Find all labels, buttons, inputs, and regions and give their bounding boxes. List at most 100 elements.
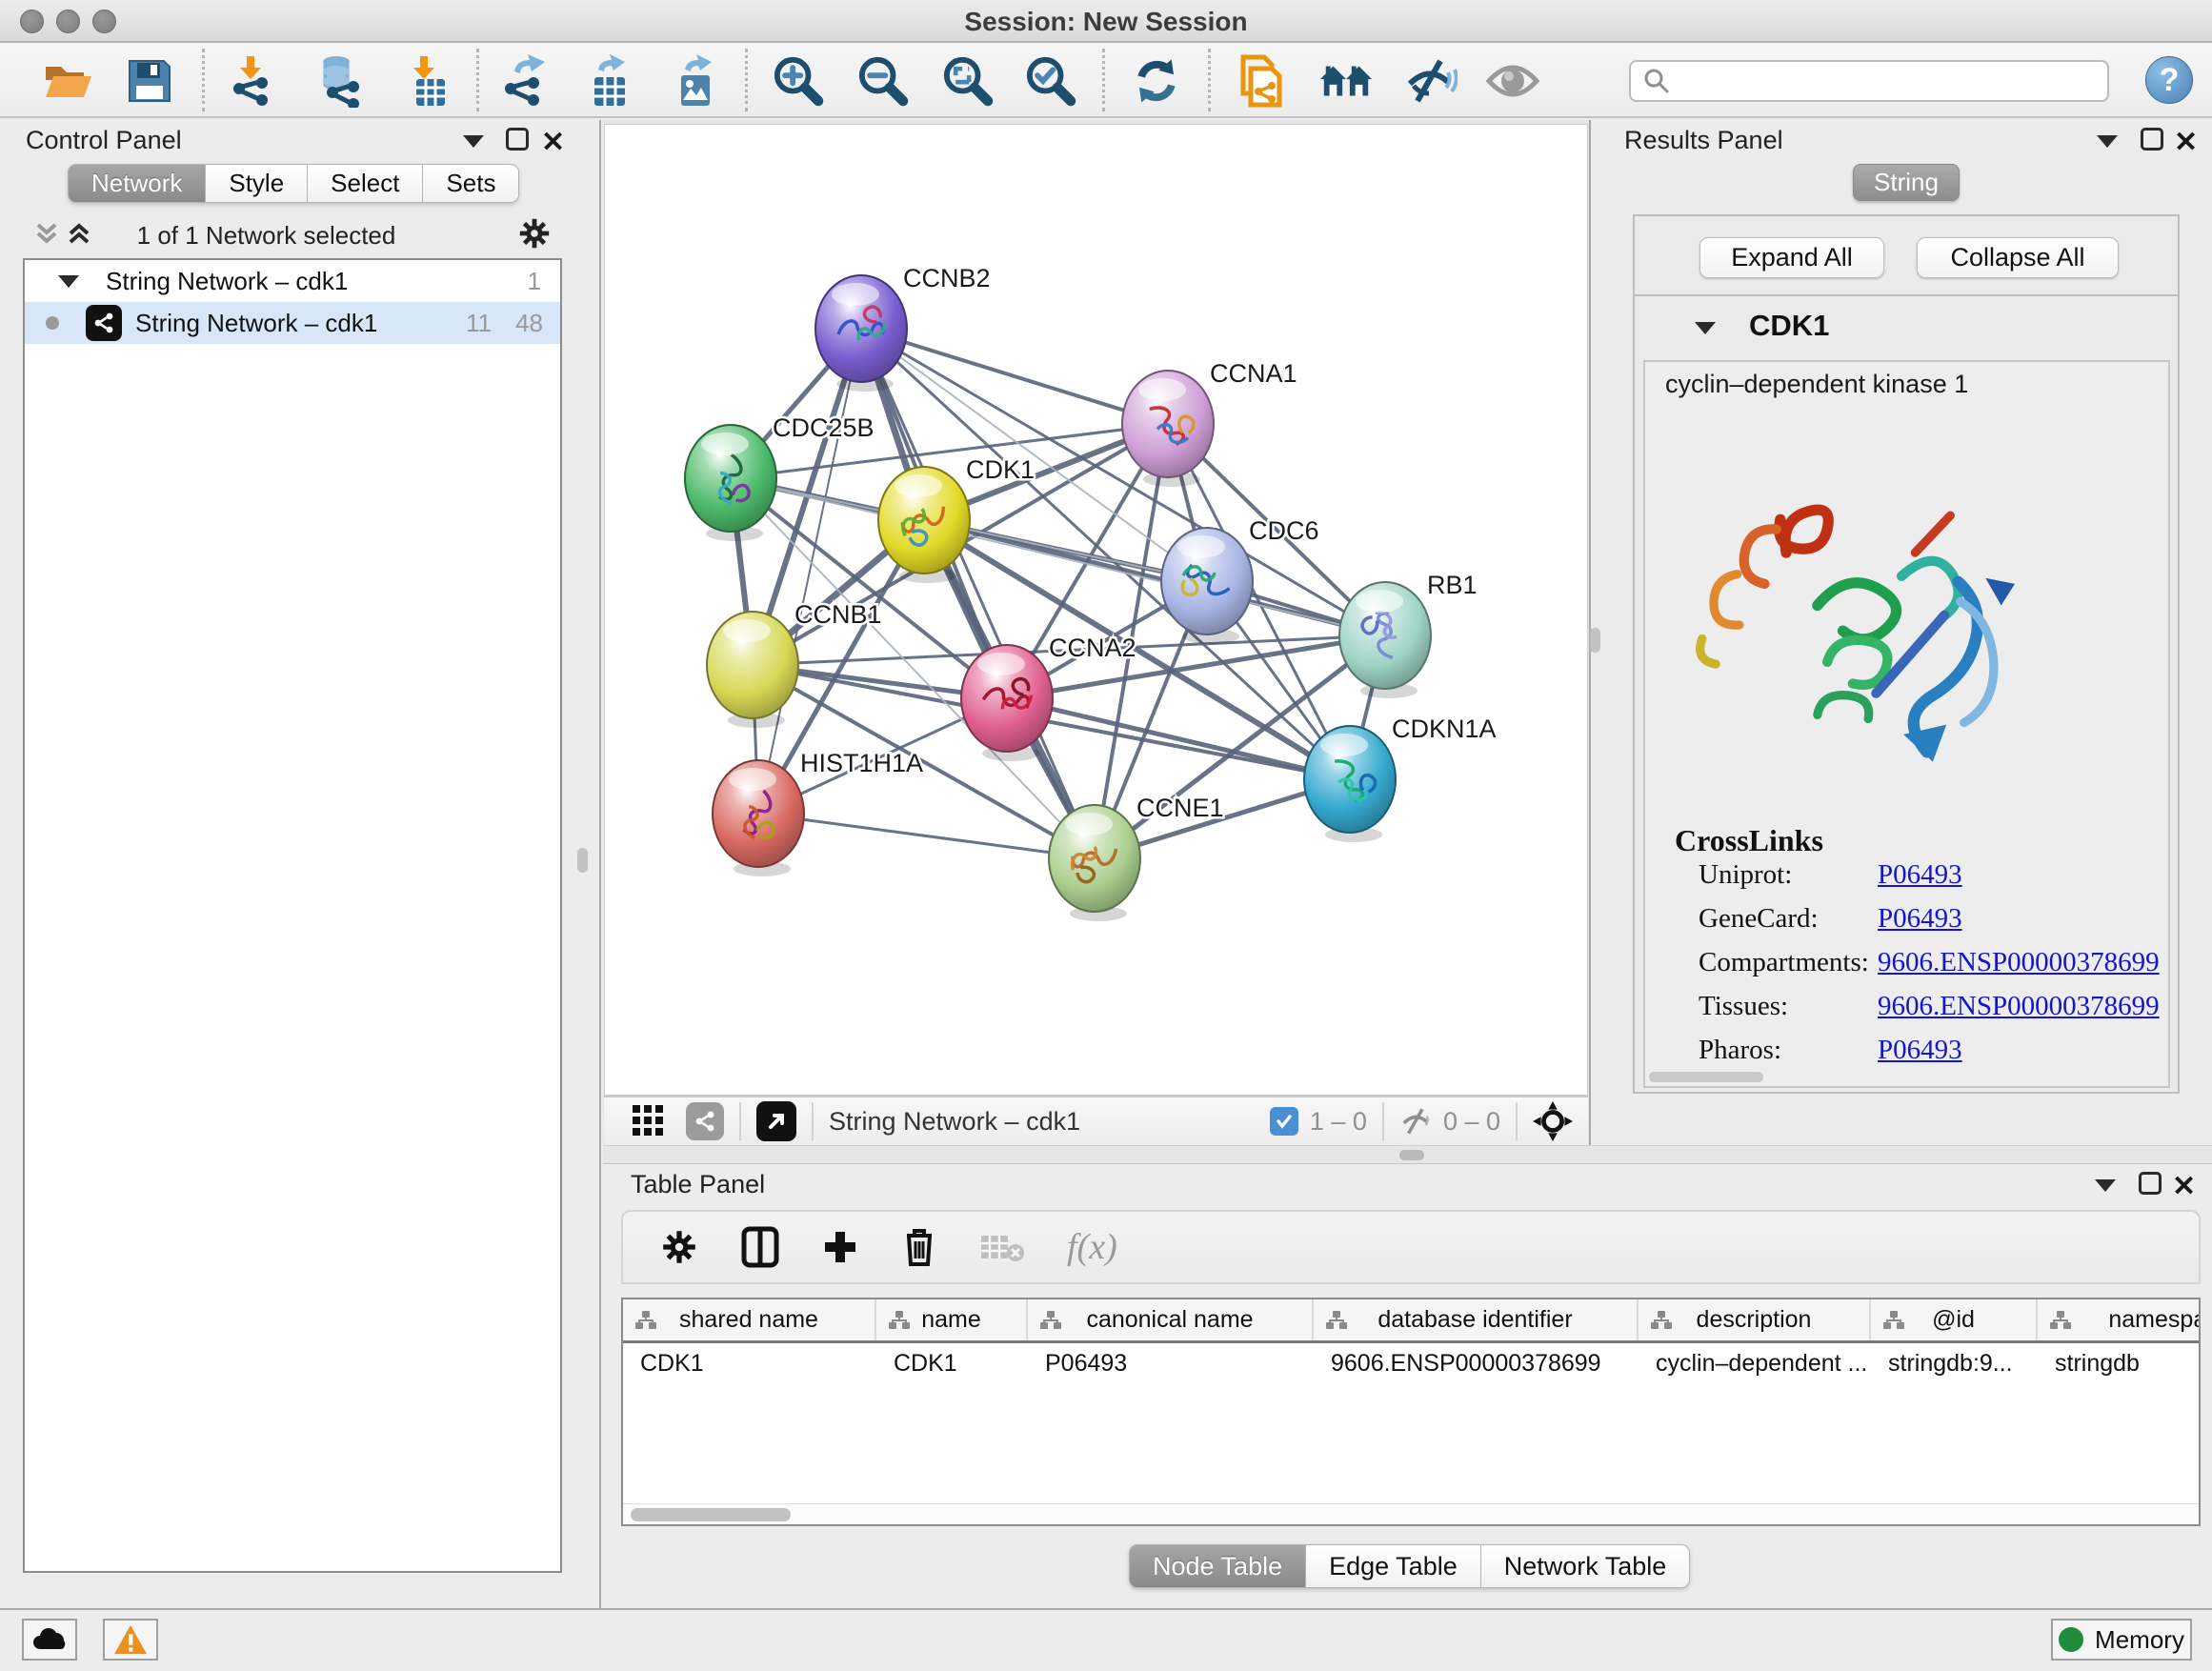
network-edge[interactable] <box>758 814 1095 858</box>
collapse-panel-icon[interactable] <box>2097 135 2118 148</box>
memory-button[interactable]: Memory <box>2051 1619 2192 1661</box>
import-table-button[interactable] <box>398 53 453 109</box>
table-hscrollbar-thumb[interactable] <box>631 1508 791 1521</box>
column-header-shared-name[interactable]: shared name <box>623 1299 876 1340</box>
collapse-all-button[interactable]: Collapse All <box>1917 237 2119 278</box>
network-collection-row[interactable]: String Network – cdk1 1 <box>25 260 560 302</box>
crosslink-link[interactable]: 9606.ENSP00000378699 <box>1878 947 2160 978</box>
tab-network-table[interactable]: Network Table <box>1481 1544 1691 1588</box>
search-input[interactable] <box>1679 64 2107 98</box>
delete-column-trash-icon[interactable] <box>901 1226 937 1268</box>
birds-eye-grid-icon[interactable] <box>631 1103 667 1139</box>
column-header-database-identifier[interactable]: database identifier <box>1314 1299 1639 1340</box>
network-row-selected[interactable]: String Network – cdk1 11 48 <box>25 302 560 344</box>
show-panel-button[interactable] <box>1485 53 1540 109</box>
table-options-gear-icon[interactable] <box>659 1227 699 1267</box>
network-node-ccnb1[interactable]: CCNB1 <box>707 600 882 728</box>
column-header-namespace[interactable]: namespace <box>2038 1299 2201 1340</box>
fit-content-target-icon[interactable] <box>1533 1101 1573 1141</box>
import-network-file-button[interactable] <box>224 53 279 109</box>
export-table-button[interactable] <box>582 53 637 109</box>
vertical-splitter-handle[interactable] <box>577 848 588 873</box>
network-graph[interactable]: CCNB2CCNA1CDC25BCDK1CDC6RB1CCNB1CCNA2CDK… <box>605 125 1587 1093</box>
save-session-button[interactable] <box>122 53 177 109</box>
results-scrollbar[interactable] <box>1649 1072 1763 1082</box>
network-node-rb1[interactable]: RB1 <box>1339 571 1478 698</box>
zoom-selected-button[interactable] <box>1023 53 1078 109</box>
crosslink-link[interactable]: P06493 <box>1878 903 1962 935</box>
zoom-in-button[interactable] <box>771 53 826 109</box>
network-node-cdkn1a[interactable]: CDKN1A <box>1304 715 1497 842</box>
splitter-handle[interactable] <box>1399 1150 1424 1160</box>
zoom-fit-button[interactable] <box>940 53 995 109</box>
network-edge[interactable] <box>1007 698 1350 779</box>
tab-edge-table[interactable]: Edge Table <box>1306 1544 1481 1588</box>
help-button[interactable]: ? <box>2145 56 2193 104</box>
tab-sets[interactable]: Sets <box>423 164 519 203</box>
collapse-panel-icon[interactable] <box>463 135 484 148</box>
network-edge[interactable] <box>861 329 1095 858</box>
import-network-database-button[interactable] <box>311 53 366 109</box>
column-header-canonical-name[interactable]: canonical name <box>1028 1299 1314 1340</box>
hide-panels-button[interactable] <box>1403 53 1458 109</box>
tree-expanded-icon[interactable] <box>58 275 79 288</box>
network-node-ccna2[interactable]: CCNA2 <box>961 634 1136 761</box>
network-node-cdc25b[interactable]: CDC25B <box>685 413 875 541</box>
crosslink-link[interactable]: P06493 <box>1878 1035 1962 1066</box>
protein-details: cyclin–dependent kinase 1 <box>1643 360 2170 1088</box>
table-cell[interactable]: stringdb:9... <box>1871 1343 2038 1385</box>
horizontal-splitter[interactable] <box>603 1145 2212 1164</box>
network-node-ccnb2[interactable]: CCNB2 <box>815 264 991 392</box>
create-column-plus-icon[interactable] <box>821 1228 859 1266</box>
warnings-button[interactable] <box>103 1619 158 1661</box>
tab-style[interactable]: Style <box>206 164 308 203</box>
refresh-button[interactable] <box>1129 53 1184 109</box>
float-panel-icon[interactable] <box>506 128 529 151</box>
network-node-cdk1[interactable]: CDK1 <box>878 455 1035 583</box>
network-canvas[interactable]: CCNB2CCNA1CDC25BCDK1CDC6RB1CCNB1CCNA2CDK… <box>604 124 1588 1096</box>
network-node-ccne1[interactable]: CCNE1 <box>1049 794 1224 921</box>
tab-select[interactable]: Select <box>308 164 423 203</box>
node-table[interactable]: shared namenamecanonical namedatabase id… <box>621 1298 2201 1526</box>
home-button[interactable] <box>1318 53 1374 109</box>
network-node-ccna1[interactable]: CCNA1 <box>1122 359 1297 487</box>
node-label: CCNA2 <box>1049 634 1136 662</box>
collapse-section-icon[interactable] <box>1695 322 1716 334</box>
open-in-string-button[interactable] <box>756 1101 796 1141</box>
close-panel-icon[interactable]: ✕ <box>2174 126 2198 159</box>
crosslink-link[interactable]: P06493 <box>1878 859 1962 891</box>
table-cell[interactable]: P06493 <box>1028 1343 1314 1385</box>
column-header-name[interactable]: name <box>876 1299 1028 1340</box>
network-node-hist1h1a[interactable]: HIST1H1A <box>713 749 923 876</box>
column-header--id[interactable]: @id <box>1871 1299 2038 1340</box>
collapse-panel-icon[interactable] <box>2095 1179 2116 1192</box>
table-cell[interactable]: cyclin–dependent ... <box>1639 1343 1871 1385</box>
export-network-button[interactable] <box>495 53 551 109</box>
table-cell[interactable]: CDK1 <box>623 1343 876 1385</box>
network-snapshot-button[interactable] <box>1234 53 1289 109</box>
table-cell[interactable]: 9606.ENSP00000378699 <box>1314 1343 1639 1385</box>
close-panel-icon[interactable]: ✕ <box>2172 1170 2196 1203</box>
cloud-status-button[interactable] <box>22 1619 77 1661</box>
crosslink-link[interactable]: 9606.ENSP00000378699 <box>1878 991 2160 1022</box>
float-panel-icon[interactable] <box>2141 128 2163 151</box>
network-options-gear-icon[interactable] <box>516 215 553 252</box>
open-session-button[interactable] <box>41 53 96 109</box>
table-row[interactable]: CDK1CDK1P064939606.ENSP00000378699cyclin… <box>623 1343 2199 1385</box>
export-image-button[interactable] <box>667 53 722 109</box>
vertical-splitter-handle[interactable] <box>1590 628 1600 653</box>
show-columns-icon[interactable] <box>741 1226 779 1268</box>
expand-all-button[interactable]: Expand All <box>1699 237 1884 278</box>
column-header-description[interactable]: description <box>1639 1299 1871 1340</box>
close-panel-icon[interactable]: ✕ <box>541 126 565 159</box>
tab-node-table[interactable]: Node Table <box>1129 1544 1306 1588</box>
table-cell[interactable]: CDK1 <box>876 1343 1028 1385</box>
float-panel-icon[interactable] <box>2139 1172 2162 1195</box>
table-cell[interactable]: stringdb <box>2038 1343 2201 1385</box>
tab-network[interactable]: Network <box>68 164 206 203</box>
network-edge[interactable] <box>861 329 1168 424</box>
tab-string[interactable]: String <box>1853 164 1960 201</box>
network-share-icon[interactable] <box>686 1102 724 1140</box>
selected-checkbox-icon[interactable] <box>1270 1107 1298 1136</box>
zoom-out-button[interactable] <box>855 53 911 109</box>
